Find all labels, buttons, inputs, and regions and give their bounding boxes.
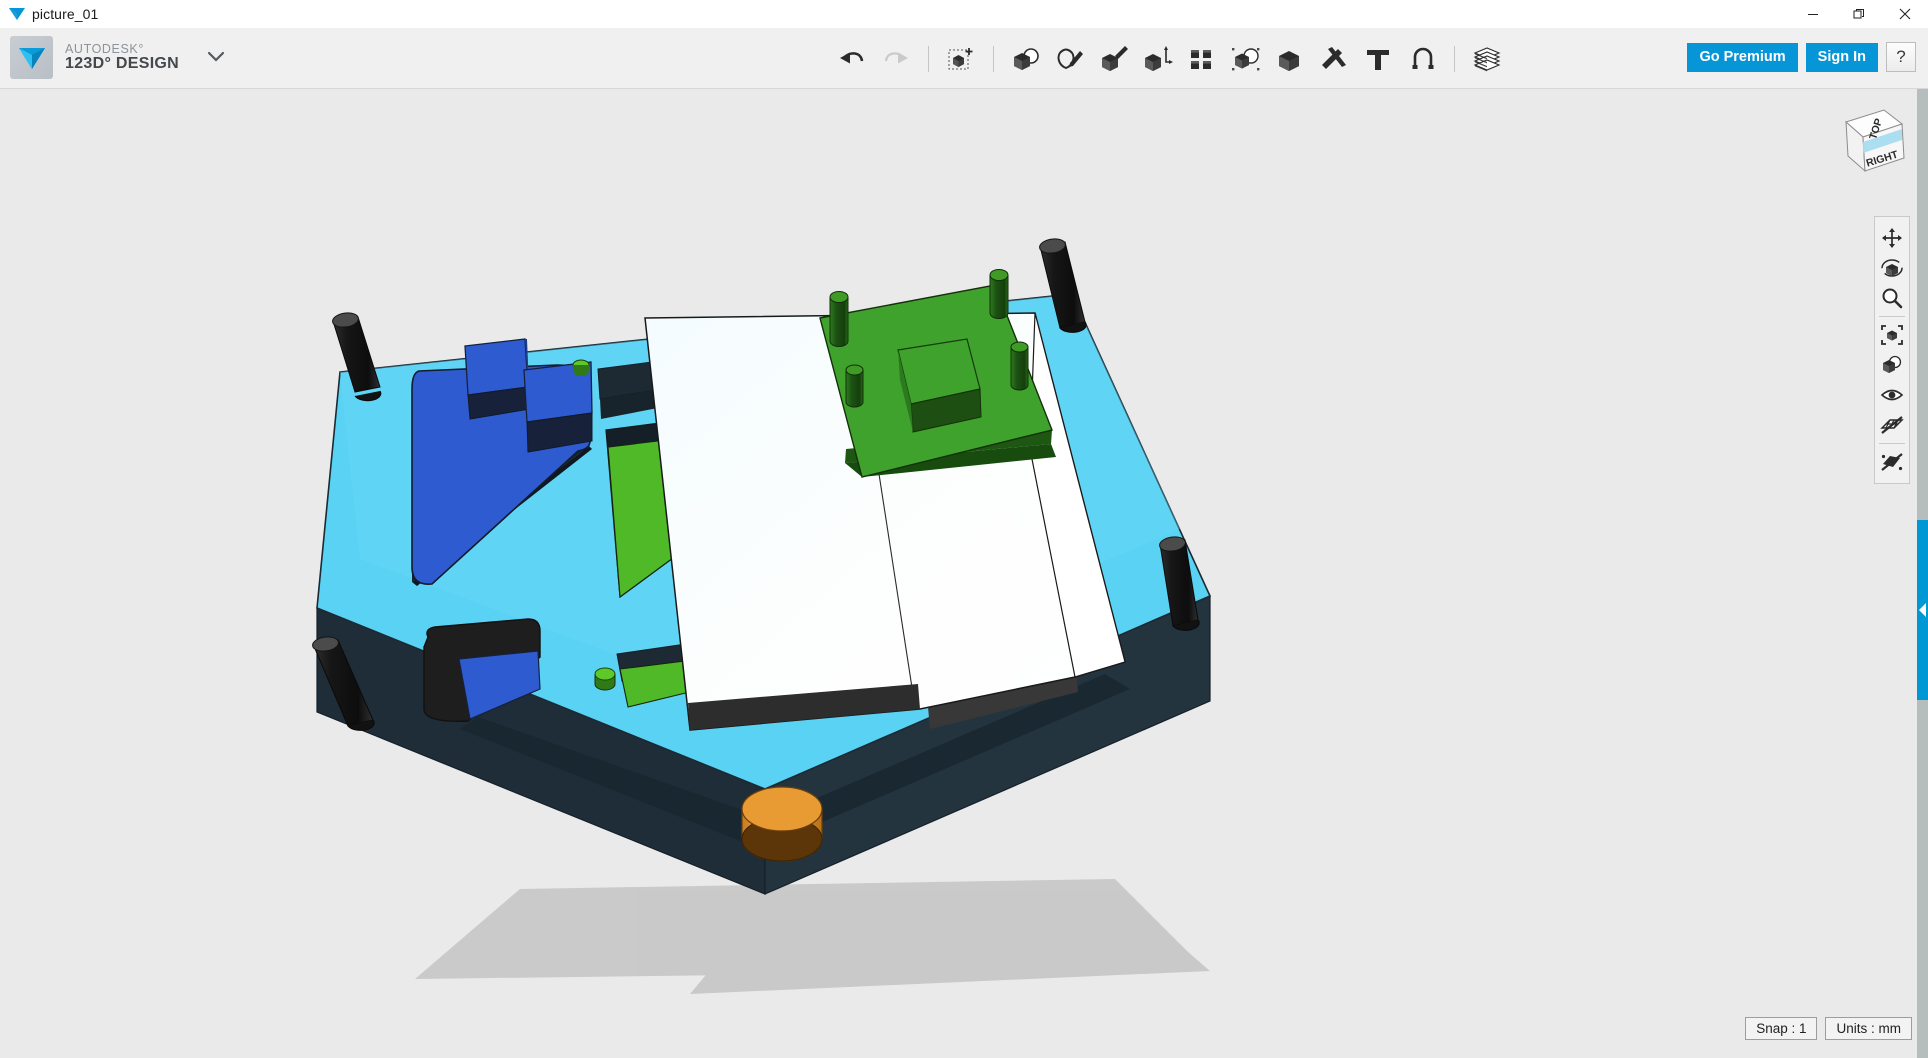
panel-collapse-handle[interactable] — [1917, 520, 1928, 700]
sign-in-button[interactable]: Sign In — [1806, 43, 1878, 72]
nav-divider — [1879, 443, 1905, 444]
modify-button[interactable] — [1136, 37, 1180, 81]
toolbar-divider — [1454, 46, 1455, 72]
processor-chip[interactable] — [898, 339, 981, 432]
pattern-button[interactable] — [1180, 37, 1224, 81]
copper-cylinder[interactable] — [742, 787, 822, 861]
display-mode-button[interactable] — [1876, 350, 1908, 380]
material-button[interactable] — [1465, 37, 1509, 81]
led-indicator-green-lower[interactable] — [595, 668, 615, 690]
nav-divider — [1879, 316, 1905, 317]
fit-to-view-button[interactable] — [1876, 320, 1908, 350]
units-status[interactable]: Units : mm — [1825, 1017, 1912, 1040]
model-3d-scene — [0, 89, 1928, 1058]
primitives-button[interactable] — [1004, 37, 1048, 81]
visibility-eye-button[interactable] — [1876, 380, 1908, 410]
measure-button[interactable] — [1312, 37, 1356, 81]
undo-button[interactable] — [830, 37, 874, 81]
close-button[interactable] — [1882, 0, 1928, 28]
transform-button[interactable] — [939, 37, 983, 81]
window-controls — [1790, 0, 1928, 28]
text-button[interactable] — [1356, 37, 1400, 81]
sketch-button[interactable] — [1048, 37, 1092, 81]
minimize-button[interactable] — [1790, 0, 1836, 28]
ground-shadow — [415, 879, 1210, 994]
window-title-bar: picture_01 — [0, 0, 1928, 28]
restore-button[interactable] — [1836, 0, 1882, 28]
usb-port-top[interactable] — [465, 339, 530, 419]
pcb-standoff-pin[interactable] — [990, 270, 1008, 319]
view-cube[interactable]: TOP RIGHT — [1832, 100, 1910, 178]
tool-strip — [0, 28, 1928, 89]
status-bar: Snap : 1 Units : mm — [1745, 1017, 1912, 1040]
account-actions: Go Premium Sign In ? — [1687, 42, 1916, 72]
application-toolbar: AUTODESK° 123D° DESIGN — [0, 28, 1928, 89]
grouping-button[interactable] — [1224, 37, 1268, 81]
autodesk-triangle-icon — [6, 3, 28, 25]
grid-off-button[interactable] — [1876, 410, 1908, 440]
combine-button[interactable] — [1268, 37, 1312, 81]
help-button[interactable]: ? — [1886, 42, 1916, 72]
zoom-tool-button[interactable] — [1876, 283, 1908, 313]
pcb-standoff-pin[interactable] — [830, 292, 848, 347]
snap-button[interactable] — [1400, 37, 1444, 81]
orbit-tool-button[interactable] — [1876, 253, 1908, 283]
construct-button[interactable] — [1092, 37, 1136, 81]
snap-status[interactable]: Snap : 1 — [1745, 1017, 1817, 1040]
window-title-text: picture_01 — [32, 6, 98, 22]
left-triangle-icon — [1919, 603, 1926, 617]
redo-button[interactable] — [874, 37, 918, 81]
pcb-standoff-pin[interactable] — [846, 365, 863, 407]
viewport-canvas[interactable] — [0, 89, 1928, 1058]
pan-tool-button[interactable] — [1876, 223, 1908, 253]
snap-off-button[interactable] — [1876, 447, 1908, 477]
navigation-toolbar — [1874, 216, 1910, 484]
led-indicator-green-top[interactable] — [573, 360, 589, 376]
go-premium-button[interactable]: Go Premium — [1687, 43, 1797, 72]
pcb-standoff-pin[interactable] — [1011, 342, 1028, 390]
toolbar-divider — [993, 46, 994, 72]
toolbar-divider — [928, 46, 929, 72]
